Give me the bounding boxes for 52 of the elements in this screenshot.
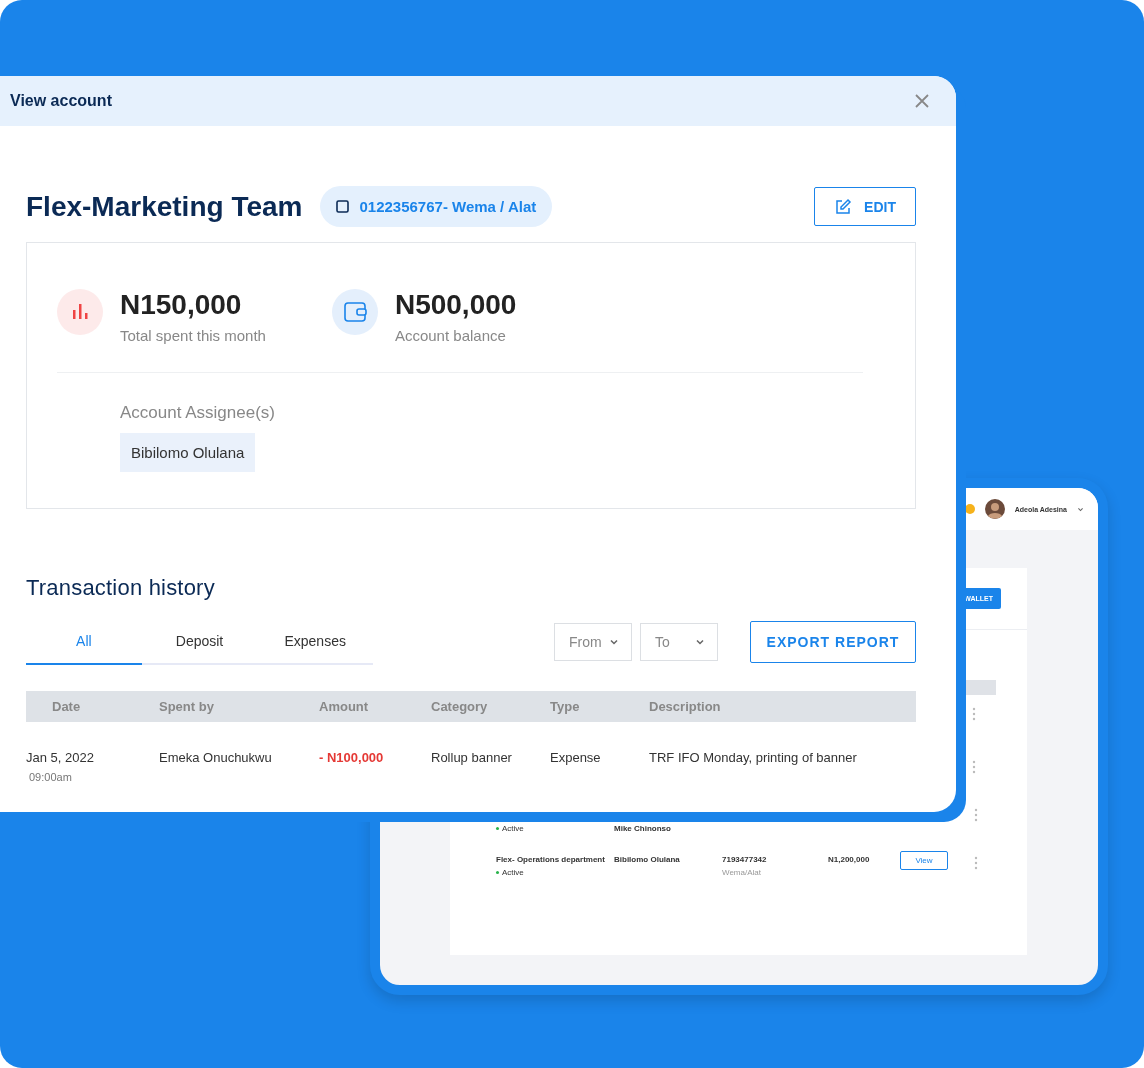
more-icon[interactable] — [974, 856, 978, 870]
column-header: Spent by — [159, 691, 319, 722]
view-button[interactable]: View — [900, 851, 948, 870]
assignee-name: Bibilomo Olulana — [614, 855, 681, 864]
date-dropdown[interactable]: From — [554, 623, 632, 661]
modal-title: View account — [10, 92, 112, 110]
bank-name: Wema/Alat — [722, 868, 762, 877]
export-report-button[interactable]: EXPORT REPORT — [750, 621, 916, 663]
column-header: Description — [649, 691, 916, 722]
category-cell-text: Rollup banner — [431, 750, 513, 765]
assignees-label: Account Assignee(s) — [120, 403, 276, 423]
assignee-chip: Bibilomo Olulana — [120, 433, 256, 472]
filter-tab[interactable]: Expenses — [257, 619, 373, 665]
account-number-pill: 0122356767- Wema / Alat — [320, 186, 553, 227]
edit-icon — [834, 197, 853, 216]
stat-label: Total spent this month — [120, 327, 266, 344]
more-icon[interactable] — [972, 759, 976, 774]
date-dropdown[interactable]: To — [640, 623, 718, 661]
more-icon[interactable] — [974, 808, 978, 822]
chevron-down-icon — [695, 637, 705, 647]
stat-label: Account balance — [394, 327, 507, 344]
column-header: Amount — [319, 691, 431, 722]
date-cell-text: Jan 5, 2022 — [26, 750, 95, 765]
spent-by-cell-text: Emeka Onuchukwu — [159, 750, 273, 765]
status-label: Active — [496, 868, 614, 877]
status-label: Active — [496, 824, 614, 833]
column-header: Date — [26, 691, 159, 722]
more-icon[interactable] — [972, 706, 976, 721]
filter-tab[interactable]: All — [26, 619, 142, 665]
edit-button[interactable]: EDIT — [814, 187, 916, 226]
column-header: Category — [431, 691, 550, 722]
amount-cell-text: - N100,000 — [319, 750, 385, 765]
time-cell-text: 09:00am — [28, 771, 73, 783]
wallet-icon — [331, 289, 378, 335]
stat-value: N500,000 — [394, 289, 517, 321]
close-icon[interactable] — [914, 93, 930, 109]
caret-icon — [1077, 505, 1084, 513]
account-name: Flex-Marketing Team — [26, 190, 303, 223]
assignee-name: Mike Chinonso — [614, 824, 672, 833]
column-header: Type — [550, 691, 649, 722]
square-icon — [336, 200, 350, 213]
filter-tab[interactable]: Deposit — [141, 619, 258, 665]
description-cell-text: TRF IFO Monday, printing of banner — [649, 750, 858, 765]
avatar-icon[interactable] — [984, 499, 1005, 519]
type-cell-text: Expense — [550, 750, 602, 765]
chevron-down-icon — [609, 637, 619, 647]
balance-amount: N1,200,000 — [828, 855, 871, 864]
bar-chart-icon — [57, 289, 103, 335]
account-number: 7193477342 — [722, 855, 768, 864]
section-title: Transaction history — [26, 575, 216, 601]
account-name: Flex- Operations department — [496, 855, 606, 864]
stat-value: N150,000 — [120, 289, 243, 321]
